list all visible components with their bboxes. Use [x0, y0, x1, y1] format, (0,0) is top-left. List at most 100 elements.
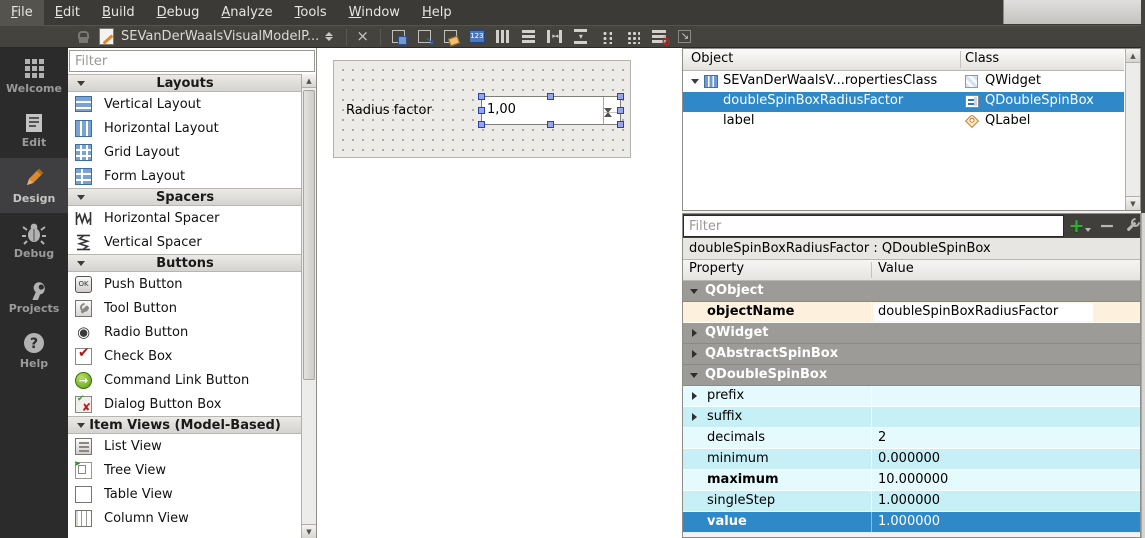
form-selector[interactable]: SEVanDerWaalsVisualModelP...	[121, 29, 319, 44]
category-item-views[interactable]: Item Views (Model-Based)	[68, 416, 302, 434]
menu-analyze[interactable]: Analyze	[210, 0, 283, 25]
widget-table-view[interactable]: Table View	[68, 482, 302, 506]
property-filter-input[interactable]	[683, 215, 1064, 237]
form-radius-label[interactable]: Radius factor	[346, 103, 432, 118]
menu-build[interactable]: Build	[91, 0, 146, 25]
edit-widgets-icon[interactable]	[387, 27, 411, 47]
widget-command-link-button[interactable]: →Command Link Button	[68, 368, 302, 392]
menu-file[interactable]: File	[0, 0, 44, 25]
prop-value[interactable]: value1.000000	[683, 512, 1140, 533]
scroll-down-icon[interactable]: ▼	[302, 524, 316, 538]
column-divider[interactable]	[871, 262, 872, 278]
add-property-icon[interactable]: +	[1068, 215, 1092, 237]
scroll-down-icon[interactable]: ▼	[1126, 196, 1140, 210]
edit-tab-order-icon[interactable]: 123	[465, 27, 489, 47]
selection-handle[interactable]	[617, 107, 624, 114]
mode-projects[interactable]: Projects	[0, 268, 68, 323]
selection-handle[interactable]	[478, 121, 485, 128]
scrollbar-thumb[interactable]	[303, 90, 315, 380]
selection-handle[interactable]	[617, 121, 624, 128]
chevron-down-icon	[690, 289, 698, 294]
prop-objectName[interactable]: objectNamedoubleSpinBoxRadiusFactor	[683, 302, 1140, 323]
object-class: QDoubleSpinBox	[985, 93, 1094, 108]
selection-handle[interactable]	[478, 93, 485, 100]
prop-prefix[interactable]: prefix	[683, 386, 1140, 407]
layout-form-icon[interactable]	[595, 27, 619, 47]
widget-horizontal-spacer[interactable]: Horizontal Spacer	[68, 206, 302, 230]
widget-grid-layout[interactable]: Grid Layout	[68, 140, 302, 164]
widget-horizontal-layout[interactable]: Horizontal Layout	[68, 116, 302, 140]
column-divider[interactable]	[960, 51, 961, 68]
selection-handle[interactable]	[547, 93, 554, 100]
property-value[interactable]: 10.000000	[878, 472, 948, 487]
prop-singleStep[interactable]: singleStep1.000000	[683, 491, 1140, 512]
category-buttons[interactable]: Buttons	[68, 254, 302, 272]
object-row-root[interactable]: SEVanDerWaalsV...ropertiesClass QWidget	[683, 72, 1124, 92]
widget-check-box[interactable]: Check Box	[68, 344, 302, 368]
property-value[interactable]: 1.000000	[878, 514, 940, 529]
widget-vertical-layout[interactable]: Vertical Layout	[68, 92, 302, 116]
widget-radio-button[interactable]: ◉Radio Button	[68, 320, 302, 344]
chevron-down-icon[interactable]	[691, 79, 699, 84]
scroll-up-icon[interactable]: ▲	[302, 74, 316, 88]
widget-tool-button[interactable]: Tool Button	[68, 296, 302, 320]
property-value[interactable]: 1.000000	[878, 493, 940, 508]
form-canvas[interactable]: Radius factor 1,00	[333, 60, 631, 158]
widget-vertical-spacer[interactable]: Vertical Spacer	[68, 230, 302, 254]
property-value[interactable]: 2	[878, 430, 886, 445]
group-qobject[interactable]: QObject	[683, 281, 1140, 302]
widget-filter-input[interactable]	[69, 50, 315, 72]
spinbox-value: 1,00	[487, 102, 516, 117]
group-qwidget[interactable]: QWidget	[683, 323, 1140, 344]
object-row-spinbox[interactable]: doubleSpinBoxRadiusFactor QDoubleSpinBox	[683, 92, 1124, 112]
layout-horizontal-icon[interactable]	[491, 27, 515, 47]
splitter-vertical-icon[interactable]: ▾	[569, 27, 593, 47]
category-spacers[interactable]: Spacers	[68, 188, 302, 206]
widget-tree-view[interactable]: Tree View	[68, 458, 302, 482]
prop-minimum[interactable]: minimum0.000000	[683, 449, 1140, 470]
category-layouts[interactable]: Layouts	[68, 74, 302, 92]
widget-push-button[interactable]: OKPush Button	[68, 272, 302, 296]
menu-tools[interactable]: Tools	[284, 0, 338, 25]
selection-handle[interactable]	[617, 93, 624, 100]
updown-icon[interactable]	[325, 32, 333, 41]
prop-maximum[interactable]: maximum10.000000	[683, 470, 1140, 491]
scroll-up-icon[interactable]: ▲	[1126, 49, 1140, 63]
chevron-right-icon[interactable]	[692, 392, 697, 400]
splitter-horizontal-icon[interactable]: ▸◂	[543, 27, 567, 47]
menu-help[interactable]: Help	[411, 0, 463, 25]
group-qabstractspinbox[interactable]: QAbstractSpinBox	[683, 344, 1140, 365]
mode-debug[interactable]: Debug	[0, 213, 68, 268]
widget-form-layout[interactable]: Form Layout	[68, 164, 302, 188]
mode-welcome[interactable]: Welcome	[0, 48, 68, 103]
layout-vertical-icon[interactable]	[517, 27, 541, 47]
prop-suffix[interactable]: suffix	[683, 407, 1140, 428]
mode-design[interactable]: Design	[0, 158, 68, 213]
widget-column-view[interactable]: Column View	[68, 506, 302, 530]
prop-decimals[interactable]: decimals2	[683, 428, 1140, 449]
close-icon[interactable]: ×	[352, 29, 373, 44]
chevron-right-icon[interactable]	[692, 413, 697, 421]
cell-divider	[871, 491, 872, 511]
property-value[interactable]: doubleSpinBoxRadiusFactor	[878, 304, 1058, 319]
object-row-label[interactable]: label QLabel	[683, 112, 1124, 132]
selection-handle[interactable]	[478, 107, 485, 114]
selection-handle[interactable]	[547, 121, 554, 128]
mode-help[interactable]: ? Help	[0, 323, 68, 378]
property-value[interactable]: 0.000000	[878, 451, 940, 466]
edit-signals-slots-icon[interactable]	[413, 27, 437, 47]
menu-debug[interactable]: Debug	[146, 0, 211, 25]
layout-grid-icon[interactable]	[621, 27, 645, 47]
edit-buddies-icon[interactable]	[439, 27, 463, 47]
menu-edit[interactable]: Edit	[44, 0, 91, 25]
widget-dialog-button-box[interactable]: Dialog Button Box	[68, 392, 302, 416]
break-layout-icon[interactable]	[647, 27, 671, 47]
object-inspector-scrollbar[interactable]: ▲ ▼	[1125, 49, 1140, 210]
mode-edit[interactable]: Edit	[0, 103, 68, 158]
adjust-size-icon[interactable]: ↘	[673, 27, 697, 47]
remove-property-icon[interactable]: −	[1095, 215, 1119, 237]
widget-list-view[interactable]: List View	[68, 434, 302, 458]
group-qdoublespinbox[interactable]: QDoubleSpinBox	[683, 365, 1140, 386]
menu-window[interactable]: Window	[338, 0, 411, 25]
widgetbox-scrollbar[interactable]: ▲ ▼	[301, 74, 316, 538]
